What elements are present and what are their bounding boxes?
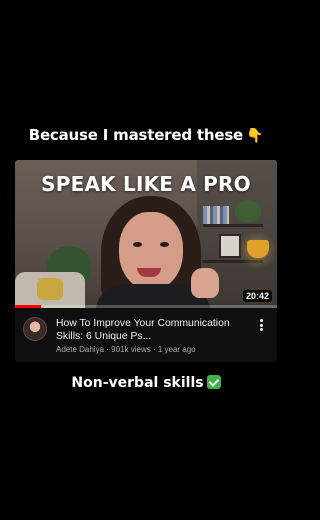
pointing-down-icon: 👇 [246, 128, 264, 144]
dot-icon [259, 323, 263, 327]
channel-avatar[interactable] [23, 317, 47, 341]
video-meta: How To Improve Your Communication Skills… [15, 308, 277, 362]
duration-badge: 20:42 [242, 290, 272, 302]
video-title[interactable]: How To Improve Your Communication Skills… [56, 317, 252, 343]
caption-top-text: Because I mastered these [28, 126, 244, 144]
check-mark-button-icon [206, 375, 221, 389]
presenter-eye [133, 242, 142, 247]
video-thumbnail[interactable]: SPEAK LIKE A PRO 20:42 [15, 160, 277, 308]
thumbnail-title: SPEAK LIKE A PRO [41, 172, 251, 196]
presenter-hand [191, 268, 219, 298]
video-subtitle: Adete Dahiya · 901k views · 1 year ago [56, 345, 196, 354]
lamp [247, 240, 269, 258]
video-card[interactable]: SPEAK LIKE A PRO 20:42 How To Improve Yo… [15, 160, 277, 362]
plant [235, 200, 261, 222]
shelf [203, 224, 263, 227]
dot-icon [259, 319, 263, 322]
dot-icon [259, 328, 263, 331]
cushion [37, 278, 63, 300]
presenter-eye [160, 242, 169, 247]
books [203, 206, 229, 224]
caption-bottom-text: Non-verbal skills [71, 375, 204, 391]
caption-top: Because I mastered these 👇 [0, 126, 292, 144]
presenter-face [119, 212, 183, 290]
picture-frame [219, 234, 241, 258]
more-options-button[interactable] [255, 317, 267, 333]
caption-bottom: Non-verbal skills [0, 375, 292, 391]
